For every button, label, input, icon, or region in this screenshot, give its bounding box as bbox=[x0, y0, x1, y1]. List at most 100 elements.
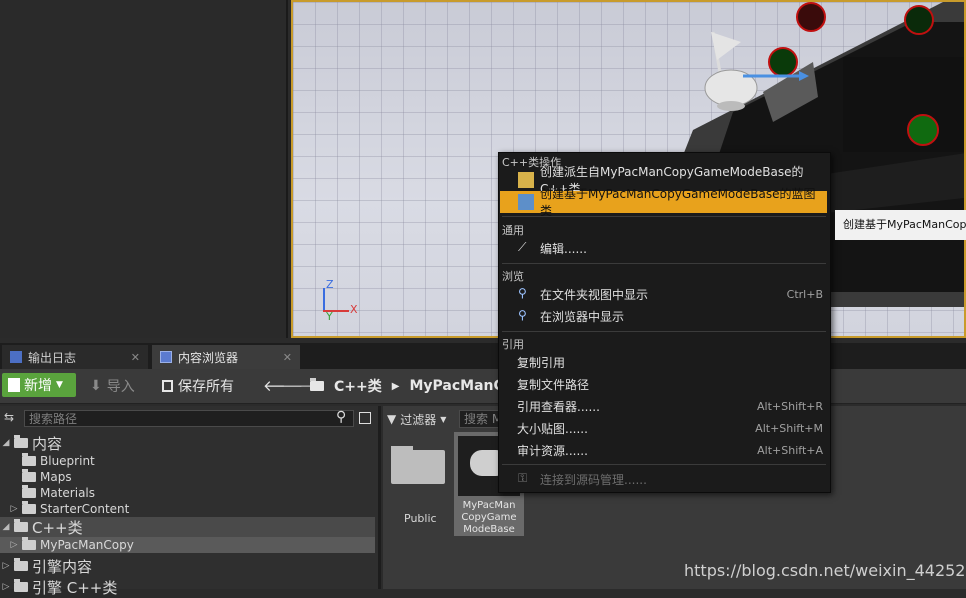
folder-tab bbox=[391, 446, 413, 452]
menu-item-size-map[interactable]: 大小贴图...... Alt+Shift+M bbox=[500, 417, 827, 439]
expand-triangle-icon: ◢ bbox=[2, 438, 10, 448]
menu-item-connect-source-control[interactable]: ⚿ 连接到源码管理...... bbox=[500, 468, 827, 490]
public-folder-tile[interactable] bbox=[391, 446, 447, 486]
menu-item-label: 创建基于MyPacManCopyGameModeBase的蓝图类 bbox=[540, 187, 816, 218]
magnifier-icon: ⚲ bbox=[518, 308, 527, 322]
menu-item-audit-assets[interactable]: 审计资源...... Alt+Shift+A bbox=[500, 439, 827, 461]
tree-item-label: 引擎内容 bbox=[32, 557, 93, 576]
axis-z-label: Z bbox=[326, 278, 334, 291]
menu-item-label: 连接到源码管理...... bbox=[540, 472, 647, 487]
tree-item-mypacmancopy[interactable]: ▷ MyPacManCopy bbox=[0, 537, 375, 553]
collapsed-triangle-icon: ▷ bbox=[10, 540, 18, 550]
download-icon: ⬇ bbox=[90, 378, 102, 394]
axis-gizmo: Z X Y bbox=[315, 278, 365, 324]
tab-label: 内容浏览器 bbox=[178, 350, 239, 365]
folder-icon bbox=[22, 501, 36, 514]
tree-item-maps[interactable]: Maps bbox=[22, 469, 72, 485]
tree-item-cpp-classes[interactable]: ◢ C++类 bbox=[0, 517, 375, 537]
class-label-line: MyPacMan bbox=[462, 500, 516, 511]
breadcrumb: C++类 ▶ MyPacManC bbox=[310, 375, 504, 397]
path-search-input[interactable]: 搜索路径 bbox=[24, 410, 354, 427]
add-new-button[interactable]: 新增 ▼ bbox=[2, 373, 76, 397]
menu-item-shortcut: Alt+Shift+A bbox=[757, 443, 823, 457]
menu-section-title: 引用 bbox=[502, 338, 524, 351]
tab-content-browser[interactable]: 内容浏览器 ✕ bbox=[152, 345, 300, 369]
menu-item-create-blueprint-class[interactable]: 创建基于MyPacManCopyGameModeBase的蓝图类 bbox=[500, 187, 827, 218]
tree-item-label: Maps bbox=[40, 470, 72, 484]
menu-item-label: 在浏览器中显示 bbox=[540, 309, 625, 324]
tree-item-label: 内容 bbox=[32, 434, 63, 453]
tree-item-materials[interactable]: Materials bbox=[22, 485, 95, 501]
menu-item-copy-file-path[interactable]: 复制文件路径 bbox=[500, 373, 827, 395]
folder-tree-panel: ⇆ 搜索路径 ⚲ ◢ 内容 Blueprint Maps Materials ▷… bbox=[0, 406, 381, 597]
filter-button[interactable]: ▼ 过滤器 ▼ bbox=[387, 409, 446, 429]
magnifier-icon: ⚲ bbox=[518, 286, 527, 300]
watermark: https://blog.csdn.net/weixin_44252508 bbox=[684, 561, 966, 580]
tab-output-log[interactable]: 输出日志 ✕ bbox=[2, 345, 148, 369]
context-menu: C++类操作 创建派生自MyPacManCopyGameModeBase的C++… bbox=[498, 152, 831, 493]
import-label: 导入 bbox=[106, 379, 135, 395]
blueprint-icon bbox=[518, 194, 534, 210]
menu-item-label: 复制引用 bbox=[517, 355, 566, 370]
menu-section-title: 浏览 bbox=[502, 270, 524, 283]
content-browser-icon bbox=[160, 351, 172, 363]
menu-divider bbox=[502, 331, 826, 332]
pellet-green bbox=[904, 5, 934, 35]
output-log-icon bbox=[10, 351, 22, 363]
tree-item-label: Blueprint bbox=[40, 454, 95, 468]
tree-item-label: C++类 bbox=[32, 518, 83, 537]
collapsed-triangle-icon: ▷ bbox=[2, 582, 10, 592]
menu-item-label: 大小贴图...... bbox=[517, 421, 588, 436]
tree-item-engine-content[interactable]: ▷ 引擎内容 bbox=[2, 556, 92, 576]
import-button[interactable]: ⬇ 导入 bbox=[90, 375, 135, 397]
cpp-folder-icon bbox=[22, 537, 36, 550]
menu-section-title: 通用 bbox=[502, 224, 524, 237]
folder-icon bbox=[391, 450, 445, 484]
details-panel bbox=[0, 0, 288, 338]
add-new-label: 新增 bbox=[24, 378, 52, 394]
tab-label: 输出日志 bbox=[28, 350, 77, 365]
tree-item-blueprint[interactable]: Blueprint bbox=[22, 453, 95, 469]
chevron-right-icon: ▶ bbox=[391, 380, 400, 392]
tree-item-engine-cpp[interactable]: ▷ 引擎 C++类 bbox=[2, 577, 118, 597]
save-all-button[interactable]: 保存所有 bbox=[162, 375, 234, 397]
pellet-green bbox=[768, 47, 798, 77]
menu-item-show-in-folder-view[interactable]: ⚲ 在文件夹视图中显示 Ctrl+B bbox=[500, 283, 827, 305]
tree-item-label: MyPacManCopy bbox=[40, 538, 134, 552]
menu-item-label: 引用查看器...... bbox=[517, 399, 600, 414]
folder-icon bbox=[22, 485, 36, 498]
tree-item-content[interactable]: ◢ 内容 bbox=[2, 433, 62, 453]
chevron-down-icon: ▼ bbox=[440, 414, 447, 424]
breadcrumb-item[interactable]: C++类 bbox=[334, 376, 382, 396]
tooltip: 创建基于MyPacManCopyGameModeBase的蓝图类 bbox=[835, 210, 966, 240]
close-icon[interactable]: ✕ bbox=[131, 351, 140, 364]
menu-item-label: 复制文件路径 bbox=[517, 377, 590, 392]
edit-icon: ⟋ bbox=[518, 240, 527, 254]
menu-divider bbox=[502, 216, 826, 217]
tree-item-label: 引擎 C++类 bbox=[32, 578, 118, 597]
menu-item-label: 在文件夹视图中显示 bbox=[540, 287, 649, 302]
view-options-icon[interactable] bbox=[359, 412, 371, 424]
menu-item-copy-reference[interactable]: 复制引用 bbox=[500, 351, 827, 373]
folder-icon bbox=[14, 435, 28, 448]
menu-divider bbox=[502, 464, 826, 465]
menu-item-show-in-browser[interactable]: ⚲ 在浏览器中显示 bbox=[500, 305, 827, 327]
menu-divider bbox=[502, 263, 826, 264]
sources-toggle-icon[interactable]: ⇆ bbox=[4, 410, 20, 426]
menu-item-reference-viewer[interactable]: 引用查看器...... Alt+Shift+R bbox=[500, 395, 827, 417]
source-control-icon: ⚿ bbox=[518, 471, 528, 485]
pellet-red bbox=[796, 2, 826, 32]
close-icon[interactable]: ✕ bbox=[283, 351, 292, 364]
breadcrumb-item[interactable]: MyPacManC bbox=[409, 378, 503, 394]
class-label-line: CopyGame bbox=[461, 512, 517, 523]
cpp-folder-icon bbox=[14, 519, 28, 532]
axis-x-label: X bbox=[350, 303, 358, 316]
search-icon[interactable]: ⚲ bbox=[336, 409, 346, 425]
collapsed-triangle-icon: ▷ bbox=[10, 504, 18, 514]
tree-item-startercontent[interactable]: ▷ StarterContent bbox=[10, 501, 129, 517]
menu-item-edit[interactable]: ⟋ 编辑...... bbox=[500, 237, 827, 259]
expand-triangle-icon: ◢ bbox=[2, 522, 10, 532]
folder-icon bbox=[22, 453, 36, 466]
save-icon bbox=[162, 380, 173, 392]
axis-y-label: Y bbox=[326, 310, 333, 323]
